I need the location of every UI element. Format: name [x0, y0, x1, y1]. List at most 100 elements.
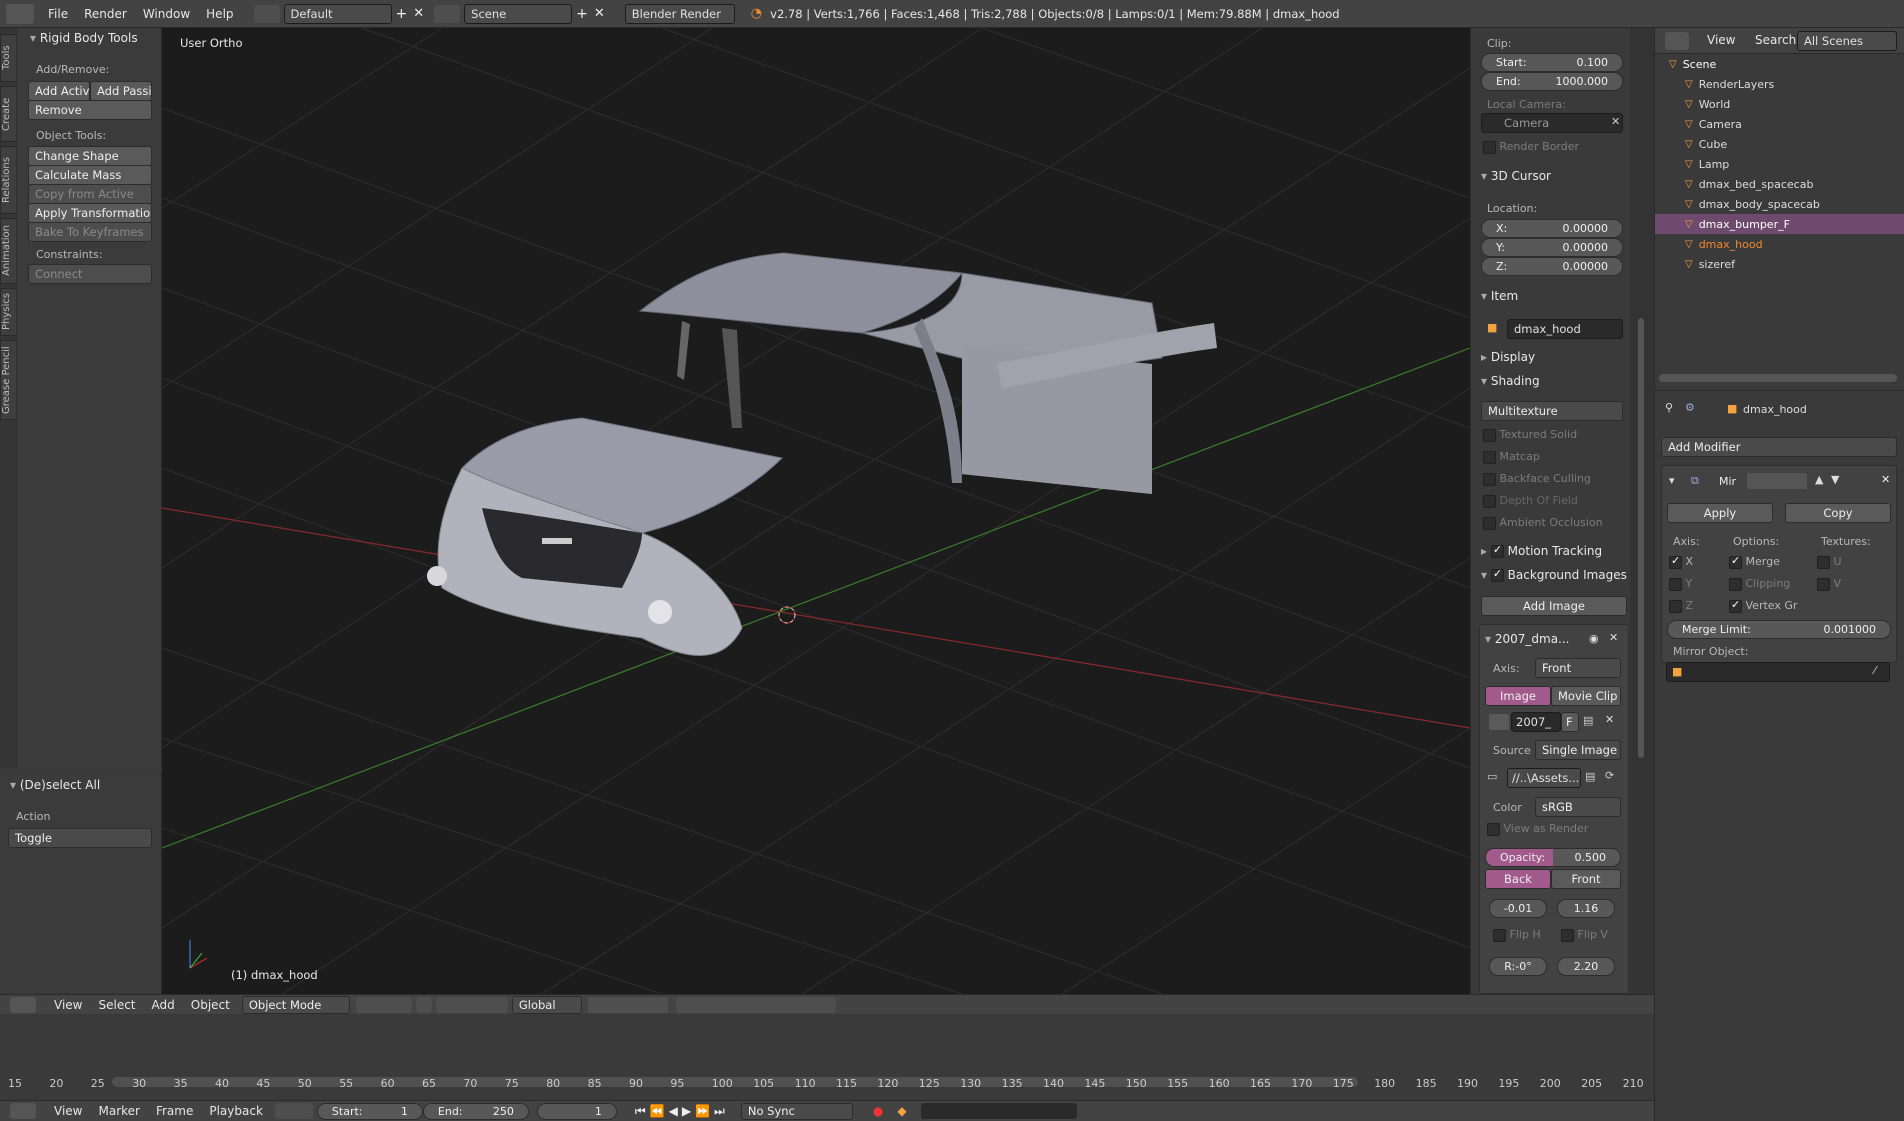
remove-scene-icon[interactable]: ✕	[594, 6, 605, 21]
depth-of-field-checkbox[interactable]: Depth Of Field	[1483, 494, 1578, 508]
tab-physics[interactable]: Physics	[0, 288, 16, 336]
render-engine-select[interactable]: Blender Render	[624, 3, 735, 24]
tab-tools[interactable]: Tools	[0, 34, 16, 82]
outliner-search-menu[interactable]: Search	[1747, 27, 1804, 53]
bake-keyframes-button[interactable]: Bake To Keyframes	[28, 222, 152, 242]
source-select[interactable]: Single Image	[1535, 740, 1621, 760]
scrollbar[interactable]	[1630, 28, 1654, 994]
add-menu[interactable]: Add	[144, 995, 183, 1015]
axis-x-checkbox[interactable]: X	[1669, 554, 1693, 569]
cursor-x-field[interactable]: X: 0.00000	[1481, 219, 1623, 238]
add-passive-button[interactable]: Add Passiv	[90, 81, 152, 101]
textured-solid-checkbox[interactable]: Textured Solid	[1483, 428, 1577, 442]
apply-button[interactable]: Apply	[1667, 503, 1773, 523]
apply-transformation-button[interactable]: Apply Transformation	[28, 203, 152, 223]
end-frame-field[interactable]: End: 250	[422, 1102, 529, 1120]
info-editor-icon[interactable]	[6, 3, 34, 24]
add-modifier-select[interactable]: Add Modifier	[1661, 437, 1897, 457]
clipping-checkbox[interactable]: Clipping	[1729, 577, 1790, 591]
bg-image-header[interactable]: ▾ 2007_dma...	[1485, 632, 1570, 646]
sync-mode-select[interactable]: No Sync	[740, 1102, 853, 1120]
outliner-row[interactable]: ▽ dmax_hood	[1655, 234, 1904, 254]
image-browse-icon[interactable]	[1489, 714, 1509, 730]
ambient-occlusion-checkbox[interactable]: Ambient Occlusion	[1483, 516, 1603, 530]
layout-icon[interactable]	[253, 4, 280, 23]
matcap-checkbox[interactable]: Matcap	[1483, 450, 1540, 464]
shading-select-icon[interactable]	[355, 996, 412, 1013]
layout-select[interactable]: Default	[283, 3, 392, 24]
clip-end-field[interactable]: End: 1000.000	[1481, 72, 1623, 91]
merge-checkbox[interactable]: Merge	[1729, 554, 1780, 569]
manipulator-icons[interactable]	[435, 996, 508, 1013]
outliner-row[interactable]: ▽ RenderLayers	[1655, 74, 1904, 94]
remove-button[interactable]: Remove	[28, 100, 152, 120]
pin-icon[interactable]: ⚲	[1665, 401, 1673, 414]
modifier-name-field[interactable]: Mir	[1719, 475, 1736, 488]
preview-range-icons[interactable]	[274, 1103, 313, 1119]
mode-select[interactable]: Object Mode	[241, 995, 350, 1014]
cursor-y-field[interactable]: Y: 0.00000	[1481, 238, 1623, 257]
current-frame-field[interactable]: 1	[536, 1102, 617, 1120]
scene-select[interactable]: Scene	[464, 3, 573, 24]
start-frame-field[interactable]: Start: 1	[316, 1102, 423, 1120]
move-up-icon[interactable]: ▲	[1815, 473, 1823, 486]
vertex-groups-checkbox[interactable]: Vertex Gr	[1729, 598, 1797, 613]
cursor-z-field[interactable]: Z: 0.00000	[1481, 257, 1623, 276]
3d-cursor-header[interactable]: ▾ 3D Cursor	[1481, 169, 1551, 183]
bg-axis-select[interactable]: Front	[1535, 658, 1621, 678]
outliner-row[interactable]: ▽ World	[1655, 94, 1904, 114]
offset-x-field[interactable]: -0.01	[1489, 899, 1547, 918]
outliner-row[interactable]: ▽ Camera	[1655, 114, 1904, 134]
timeline[interactable]	[0, 1015, 1654, 1100]
move-down-icon[interactable]: ▼	[1831, 473, 1839, 486]
marker-menu[interactable]: Marker	[90, 1101, 147, 1121]
item-header[interactable]: ▾ Item	[1481, 289, 1518, 303]
mirror-object-field[interactable]	[1666, 662, 1890, 682]
color-space-select[interactable]: sRGB	[1535, 797, 1621, 817]
local-camera-field[interactable]: Camera	[1481, 113, 1623, 133]
outliner-row[interactable]: ▽ Cube	[1655, 134, 1904, 154]
movie-clip-tab[interactable]: Movie Clip	[1551, 686, 1621, 706]
outliner-row[interactable]: ▽ dmax_bed_spacecab	[1655, 174, 1904, 194]
outliner-editor-icon[interactable]	[1665, 32, 1689, 50]
collapse-modifier-icon[interactable]: ▾	[1669, 474, 1675, 487]
backface-culling-checkbox[interactable]: Backface Culling	[1483, 472, 1591, 486]
outliner-row[interactable]: ▽ dmax_bumper_F	[1655, 214, 1904, 234]
keyframe-icon[interactable]: ◆	[897, 1104, 906, 1118]
keying-set-field[interactable]	[920, 1103, 1077, 1119]
timeline-view-menu[interactable]: View	[46, 1101, 90, 1121]
outliner-scrollbar[interactable]	[1659, 374, 1897, 382]
copy-from-active-button[interactable]: Copy from Active	[28, 184, 152, 204]
tab-grease-pencil[interactable]: Grease Pencil	[0, 340, 16, 420]
add-image-button[interactable]: Add Image	[1481, 596, 1627, 616]
shading-mode-select[interactable]: Multitexture	[1481, 401, 1623, 421]
orientation-select[interactable]: Global	[511, 995, 582, 1014]
flip-h-checkbox[interactable]: Flip H	[1493, 928, 1541, 942]
view-as-render-checkbox[interactable]: View as Render	[1487, 822, 1588, 836]
shading-header[interactable]: ▾ Shading	[1481, 374, 1540, 388]
axis-z-checkbox[interactable]: Z	[1669, 599, 1693, 613]
merge-limit-field[interactable]: Merge Limit: 0.001000	[1667, 620, 1891, 639]
browse-file-icon[interactable]: ▤	[1585, 770, 1595, 783]
object-menu[interactable]: Object	[183, 995, 238, 1015]
playback-controls-icons[interactable]: ⏮⏪◀▶⏩⏭	[635, 1104, 729, 1119]
calculate-mass-button[interactable]: Calculate Mass	[28, 165, 152, 185]
frame-menu[interactable]: Frame	[148, 1101, 201, 1121]
change-shape-button[interactable]: Change Shape	[28, 146, 152, 166]
pivot-icon[interactable]	[415, 996, 432, 1013]
outliner-row[interactable]: ▽ Lamp	[1655, 154, 1904, 174]
view-menu[interactable]: View	[46, 995, 90, 1015]
add-scene-icon[interactable]: +	[576, 6, 588, 22]
action-select[interactable]: Toggle	[8, 828, 152, 848]
motion-tracking-header[interactable]: ▸ Motion Tracking	[1481, 543, 1602, 558]
render-border-checkbox[interactable]: Render Border	[1483, 140, 1579, 154]
rigid-body-panel-header[interactable]: ▾ Rigid Body Tools	[30, 31, 138, 45]
layer-buttons[interactable]	[587, 996, 668, 1013]
axis-y-checkbox[interactable]: Y	[1669, 577, 1692, 591]
display-header[interactable]: ▸ Display	[1481, 350, 1535, 364]
record-icon[interactable]: ●	[873, 1104, 883, 1118]
menu-render[interactable]: Render	[76, 0, 135, 28]
fake-user-button[interactable]: F	[1561, 712, 1579, 732]
tab-animation[interactable]: Animation	[0, 218, 16, 284]
back-toggle[interactable]: Back	[1485, 869, 1551, 889]
